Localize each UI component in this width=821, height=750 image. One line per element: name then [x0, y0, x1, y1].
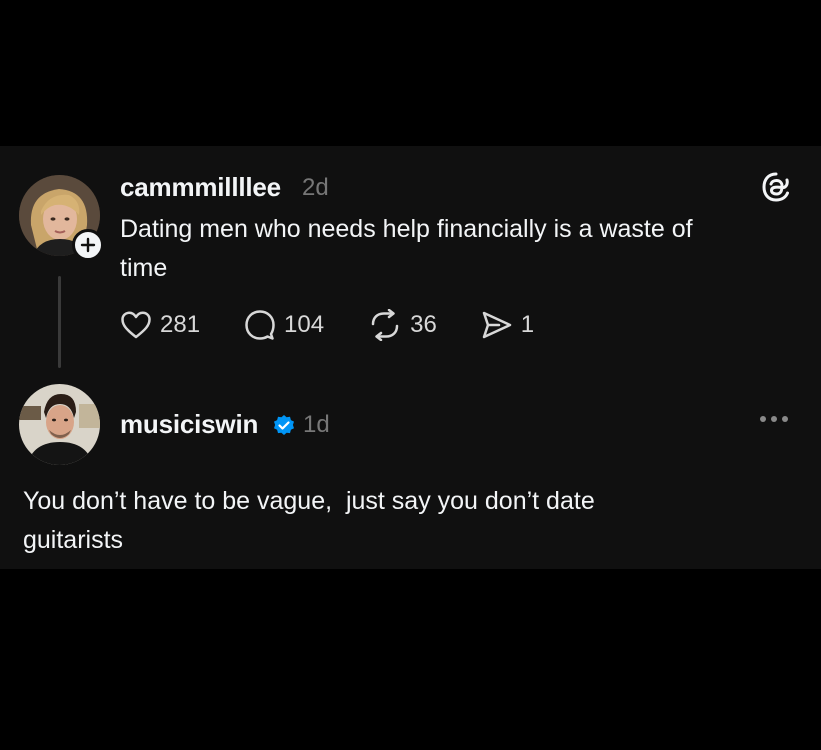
like-button[interactable]: 281: [120, 310, 200, 340]
heart-icon: [121, 311, 151, 339]
post-username[interactable]: cammmillllee: [120, 172, 281, 203]
post-text: Dating men who needs help financially is…: [120, 210, 693, 288]
share-button[interactable]: 1: [481, 310, 534, 340]
comment-bubble-icon: [245, 310, 275, 340]
verified-badge-icon: [274, 415, 294, 435]
thread-connector-line: [58, 276, 61, 368]
like-count: 281: [160, 311, 201, 338]
threads-logo-icon[interactable]: [759, 170, 793, 204]
post-text-line-1: Dating men who needs help financially is…: [120, 215, 693, 243]
more-dots-icon: [760, 416, 766, 422]
repost-icon: [371, 309, 399, 341]
post-text-line-2: time: [120, 254, 168, 282]
reply-text-line-1: You don’t have to be vague, just say you…: [23, 487, 595, 515]
avatar-musiciswin[interactable]: [19, 384, 100, 465]
comment-count: 104: [284, 311, 325, 338]
post-actions: 281 104 36 1: [120, 308, 578, 342]
reply-timestamp: 1d: [303, 411, 330, 438]
reply-username[interactable]: musiciswin: [120, 409, 258, 440]
more-options-button[interactable]: [760, 416, 788, 422]
plus-icon: [80, 237, 96, 253]
share-count: 1: [520, 311, 535, 338]
post-timestamp: 2d: [302, 174, 329, 201]
repost-button[interactable]: 36: [368, 309, 437, 341]
send-icon: [482, 311, 512, 339]
reply-text: You don’t have to be vague, just say you…: [23, 482, 595, 560]
reply-text-line-2: guitarists: [23, 526, 124, 554]
thread-card: cammmillllee 2d Dating men who needs hel…: [0, 146, 821, 569]
comment-button[interactable]: 104: [244, 309, 324, 341]
follow-plus-button[interactable]: [72, 229, 104, 261]
repost-count: 36: [410, 311, 437, 338]
